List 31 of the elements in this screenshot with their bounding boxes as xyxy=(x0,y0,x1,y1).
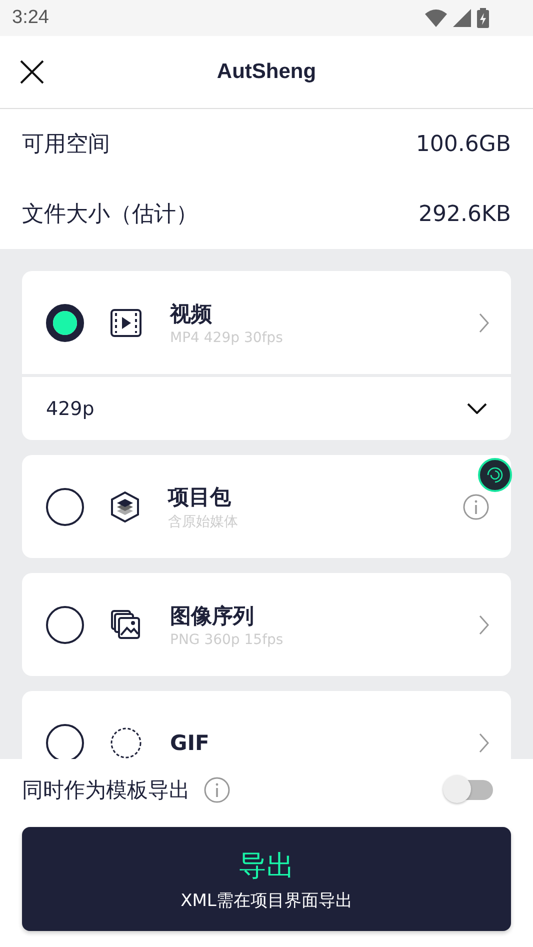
info-label: 文件大小（估计） xyxy=(22,201,198,229)
close-button[interactable] xyxy=(20,60,44,84)
film-icon xyxy=(110,306,142,338)
option-card[interactable]: GIF xyxy=(22,691,511,759)
chevron-down-icon xyxy=(467,403,487,414)
wifi-icon xyxy=(425,9,447,27)
template-toggle[interactable] xyxy=(443,775,495,805)
template-export-label: 同时作为模板导出 xyxy=(22,777,190,804)
battery-icon xyxy=(477,8,489,28)
signal-icon xyxy=(453,9,471,27)
option-title: 视频 xyxy=(170,300,213,328)
radio-button[interactable] xyxy=(46,606,84,644)
radio-button[interactable] xyxy=(46,488,84,526)
option-title: 图像序列 xyxy=(170,602,255,630)
info-value: 100.6GB xyxy=(416,132,511,156)
info-value: 292.6KB xyxy=(418,202,511,226)
info-icon[interactable] xyxy=(204,777,230,803)
option-title: GIF xyxy=(170,730,210,754)
radio-button[interactable] xyxy=(46,304,84,342)
dashed-circle-icon xyxy=(110,726,142,758)
option-title: 项目包 xyxy=(168,484,232,510)
layers-icon xyxy=(110,490,140,522)
status-time: 3:24 xyxy=(12,7,49,29)
info-label: 可用空间 xyxy=(22,131,110,159)
close-icon xyxy=(20,60,44,84)
window-title: AutSheng xyxy=(216,60,316,84)
export-button[interactable]: 导出 XML需在项目界面导出 xyxy=(22,827,511,931)
resolution-dropdown[interactable]: 429p xyxy=(22,374,511,440)
info-icon[interactable] xyxy=(463,494,489,520)
floating-bubble-icon[interactable] xyxy=(478,458,512,492)
images-icon xyxy=(110,608,142,640)
